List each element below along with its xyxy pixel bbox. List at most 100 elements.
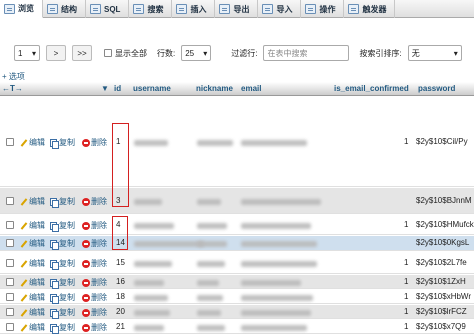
- tab-browse-label: 浏览: [18, 4, 34, 13]
- show-all-toggle[interactable]: 显示全部: [104, 48, 147, 59]
- row-select-checkbox[interactable]: [6, 308, 14, 316]
- copy-button[interactable]: 复制: [50, 277, 75, 289]
- delete-label: 删除: [91, 221, 107, 230]
- header-is-email-confirmed[interactable]: is_email_confirmed: [334, 84, 409, 93]
- tab-sql[interactable]: SQL: [86, 0, 130, 18]
- copy-button[interactable]: 复制: [50, 238, 75, 250]
- edit-button[interactable]: 编辑: [20, 196, 45, 207]
- delete-label: 删除: [91, 293, 107, 302]
- edit-label: 编辑: [29, 259, 45, 268]
- tab-search[interactable]: 搜索: [129, 0, 173, 18]
- copy-label: 复制: [59, 293, 75, 302]
- row-select-checkbox[interactable]: [6, 239, 14, 247]
- delete-icon: [82, 138, 90, 147]
- next-page-button[interactable]: >: [46, 45, 66, 61]
- row-select-checkbox[interactable]: [6, 197, 14, 205]
- copy-button[interactable]: 复制: [50, 322, 75, 334]
- blurred-username: [134, 140, 168, 146]
- delete-button[interactable]: 删除: [82, 258, 107, 269]
- header-id[interactable]: id: [114, 84, 121, 93]
- cell-password: $2y$10$2L7fe: [416, 258, 467, 267]
- tab-import[interactable]: 导入: [258, 0, 302, 18]
- edit-button[interactable]: 编辑: [20, 322, 45, 333]
- delete-label: 删除: [91, 259, 107, 268]
- delete-button[interactable]: 删除: [82, 307, 107, 318]
- tab-triggers[interactable]: 触发器: [344, 0, 396, 18]
- header-username[interactable]: username: [133, 84, 171, 93]
- cell-is-email-confirmed: 1: [404, 322, 409, 331]
- edit-button[interactable]: 编辑: [20, 238, 45, 249]
- header-email[interactable]: email: [241, 84, 261, 93]
- delete-button[interactable]: 删除: [82, 277, 107, 288]
- table-row: 编辑 复制 删除 4 1 $2y$10$HMufck: [0, 215, 474, 235]
- edit-label: 编辑: [29, 197, 45, 206]
- copy-label: 复制: [59, 197, 75, 206]
- sort-select[interactable]: 无 ▾: [407, 45, 462, 61]
- delete-button[interactable]: 删除: [82, 137, 107, 148]
- edit-pencil-icon: [20, 309, 28, 317]
- copy-icon: [50, 259, 59, 270]
- blurred-username: [134, 325, 164, 331]
- edit-button[interactable]: 编辑: [20, 258, 45, 269]
- table-row: 编辑 复制 删除 16 1 $2y$10$1ZxH: [0, 275, 474, 289]
- copy-label: 复制: [59, 138, 75, 147]
- delete-label: 删除: [91, 323, 107, 332]
- filter-input[interactable]: 在表中搜索: [263, 45, 350, 61]
- row-select-checkbox[interactable]: [6, 221, 14, 229]
- delete-button[interactable]: 删除: [82, 322, 107, 333]
- tab-structure-label: 结构: [61, 4, 77, 14]
- cell-is-email-confirmed: 1: [404, 137, 409, 146]
- edit-button[interactable]: 编辑: [20, 307, 45, 318]
- blurred-nickname: [197, 310, 221, 316]
- delete-button[interactable]: 删除: [82, 220, 107, 231]
- copy-icon: [50, 278, 59, 289]
- last-page-button[interactable]: >>: [72, 45, 92, 61]
- header-password[interactable]: password: [418, 84, 455, 93]
- copy-button[interactable]: 复制: [50, 258, 75, 270]
- cell-password: $2y$10$BJnnM: [416, 196, 472, 205]
- row-select-checkbox[interactable]: [6, 293, 14, 301]
- blurred-email: [241, 295, 313, 301]
- show-all-checkbox[interactable]: [104, 49, 112, 57]
- header-nickname[interactable]: nickname: [196, 84, 233, 93]
- copy-button[interactable]: 复制: [50, 292, 75, 304]
- tab-operations[interactable]: 操作: [301, 0, 345, 18]
- edit-button[interactable]: 编辑: [20, 277, 45, 288]
- delete-button[interactable]: 删除: [82, 196, 107, 207]
- delete-button[interactable]: 删除: [82, 292, 107, 303]
- tab-import-label: 导入: [276, 4, 293, 14]
- tab-structure[interactable]: 结构: [43, 0, 86, 18]
- tab-browse[interactable]: 浏览: [0, 0, 43, 18]
- blurred-nickname: [197, 223, 227, 229]
- delete-button[interactable]: 删除: [82, 238, 107, 249]
- cell-id: 4: [116, 220, 121, 229]
- options-toggle[interactable]: + 选项: [2, 71, 25, 82]
- row-select-checkbox[interactable]: [6, 278, 14, 286]
- edit-label: 编辑: [29, 323, 45, 332]
- sort-arrow-icon[interactable]: ▼: [101, 84, 109, 93]
- page-select[interactable]: 1 ▾: [14, 45, 40, 61]
- copy-button[interactable]: 复制: [50, 307, 75, 319]
- column-arrows[interactable]: ←T→: [2, 84, 23, 93]
- edit-button[interactable]: 编辑: [20, 137, 45, 148]
- tab-export[interactable]: 导出: [215, 0, 259, 18]
- copy-button[interactable]: 复制: [50, 196, 75, 208]
- row-select-checkbox[interactable]: [6, 138, 14, 146]
- row-select-checkbox[interactable]: [6, 323, 14, 331]
- delete-icon: [82, 278, 90, 287]
- edit-button[interactable]: 编辑: [20, 292, 45, 303]
- delete-label: 删除: [91, 308, 107, 317]
- copy-button[interactable]: 复制: [50, 137, 75, 149]
- edit-button[interactable]: 编辑: [20, 220, 45, 231]
- copy-label: 复制: [59, 221, 75, 230]
- triggers-icon: [348, 4, 360, 14]
- rows-select[interactable]: 25 ▾: [181, 45, 212, 61]
- row-select-checkbox[interactable]: [6, 259, 14, 267]
- copy-icon: [50, 239, 59, 250]
- copy-button[interactable]: 复制: [50, 220, 75, 232]
- tab-insert[interactable]: 插入: [172, 0, 216, 18]
- edit-pencil-icon: [20, 139, 28, 147]
- blurred-nickname: [197, 199, 221, 205]
- cell-id: 15: [116, 258, 125, 267]
- blurred-username: [134, 280, 164, 286]
